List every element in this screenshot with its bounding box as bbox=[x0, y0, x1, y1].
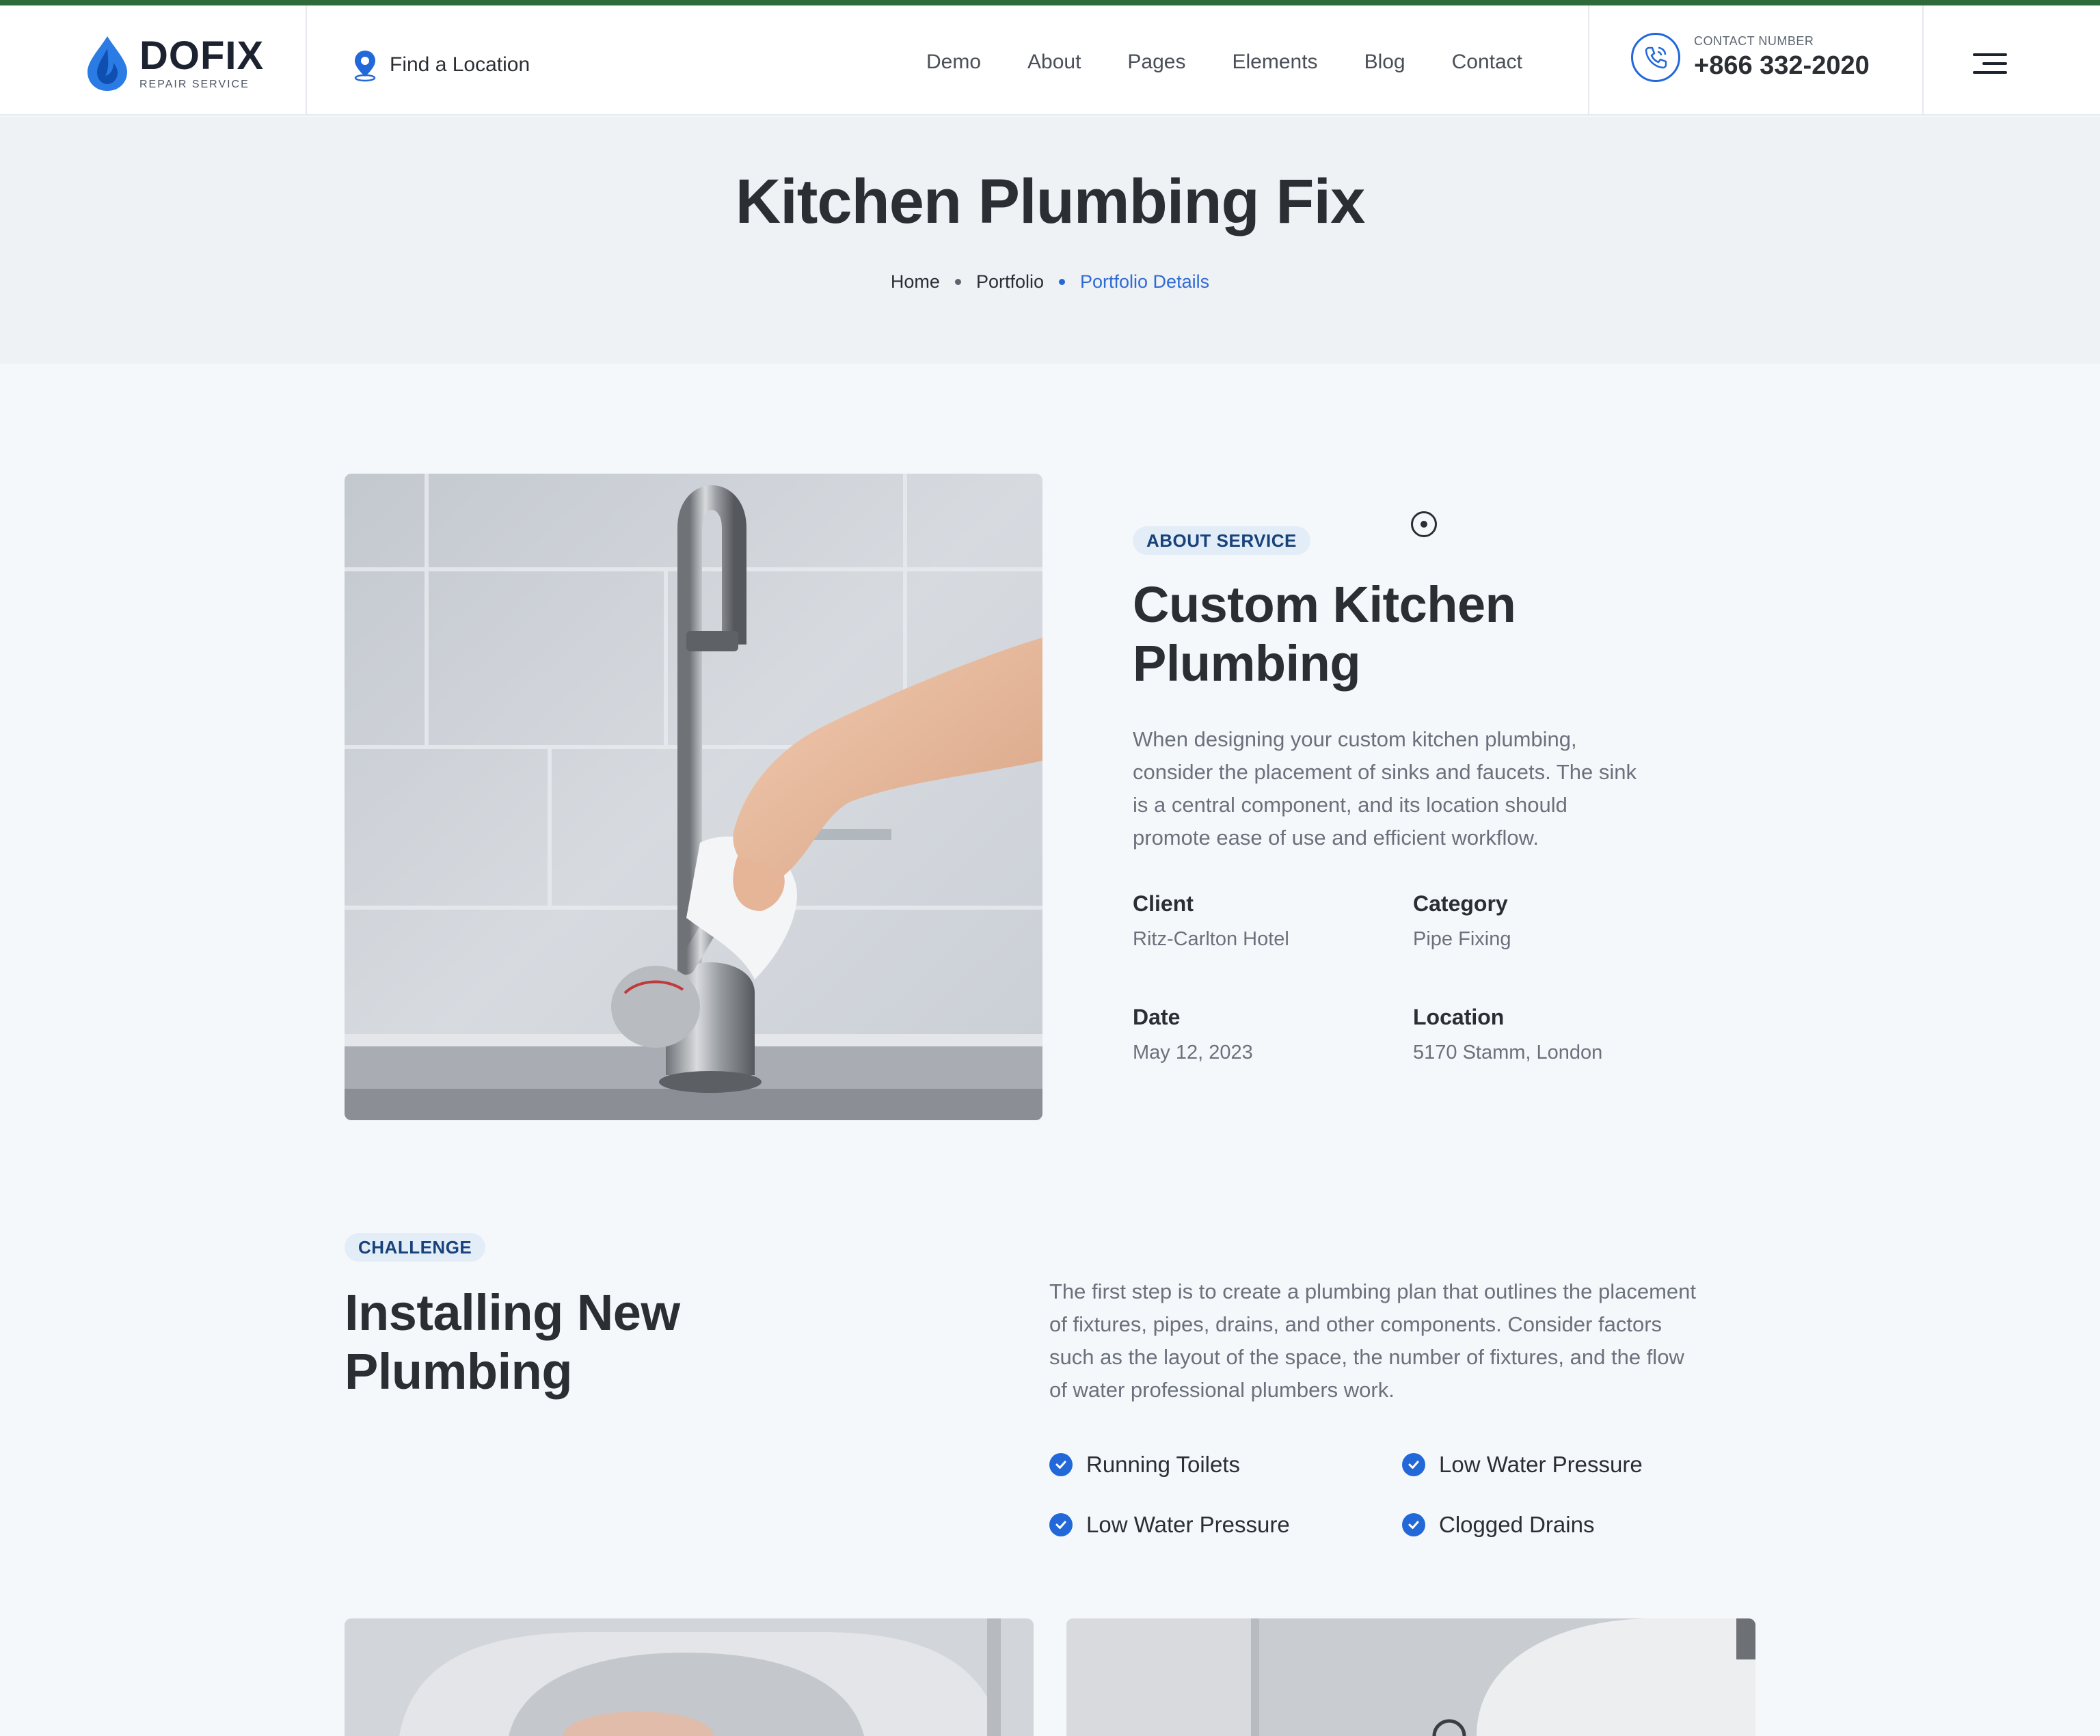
cursor-ring-icon bbox=[1411, 511, 1437, 537]
about-description-line: When designing your custom kitchen plumb… bbox=[1133, 727, 1577, 751]
challenge-description-line: of water professional plumbers work. bbox=[1049, 1378, 1395, 1402]
find-location-label: Find a Location bbox=[390, 53, 530, 76]
checklist-item: Running Toilets bbox=[1049, 1452, 1240, 1478]
about-description-line: is a central component, and its location… bbox=[1133, 793, 1567, 817]
main-nav: Demo About Pages Elements Blog Contact bbox=[926, 51, 1522, 74]
plumbing-photo-right bbox=[1066, 1618, 1755, 1736]
checklist-item: Low Water Pressure bbox=[1049, 1512, 1290, 1538]
checklist-label: Low Water Pressure bbox=[1439, 1452, 1643, 1477]
challenge-description-line: The first step is to create a plumbing p… bbox=[1049, 1279, 1697, 1303]
page-title: Kitchen Plumbing Fix bbox=[735, 167, 1365, 236]
check-circle-icon bbox=[1402, 1453, 1425, 1476]
date-label: Date bbox=[1133, 1005, 1181, 1029]
find-location-link[interactable]: Find a Location bbox=[350, 48, 530, 82]
date-value: May 12, 2023 bbox=[1133, 1042, 1253, 1063]
faucet-photo bbox=[345, 474, 1042, 1120]
breadcrumb-separator bbox=[1059, 279, 1065, 285]
top-accent-bar bbox=[0, 0, 2100, 5]
about-description-line: promote ease of use and efficient workfl… bbox=[1133, 826, 1539, 850]
checklist-item: Low Water Pressure bbox=[1402, 1452, 1643, 1478]
about-heading-line: Plumbing bbox=[1133, 635, 1361, 692]
challenge-heading: Installing New Plumbing bbox=[345, 1284, 680, 1401]
checklist-label: Low Water Pressure bbox=[1086, 1512, 1290, 1537]
category-value: Pipe Fixing bbox=[1413, 928, 1511, 950]
location-label: Location bbox=[1413, 1005, 1505, 1029]
nav-about[interactable]: About bbox=[1027, 51, 1081, 74]
location-value: 5170 Stamm, London bbox=[1413, 1042, 1603, 1063]
nav-demo[interactable]: Demo bbox=[926, 51, 981, 74]
site-header: DOFIX REPAIR SERVICE Find a Location Dem… bbox=[0, 5, 2100, 116]
nav-elements[interactable]: Elements bbox=[1233, 51, 1318, 74]
contact-label: CONTACT NUMBER bbox=[1694, 34, 1814, 48]
about-description: When designing your custom kitchen plumb… bbox=[1133, 723, 1748, 854]
nav-contact[interactable]: Contact bbox=[1452, 51, 1522, 74]
category-label: Category bbox=[1413, 891, 1508, 916]
contact-number-block[interactable]: CONTACT NUMBER +866 332-2020 bbox=[1631, 33, 1870, 82]
menu-hamburger-icon[interactable] bbox=[1973, 53, 2007, 77]
droplet-logo-icon bbox=[88, 36, 127, 91]
challenge-description: The first step is to create a plumbing p… bbox=[1049, 1275, 1774, 1407]
breadcrumb-current: Portfolio Details bbox=[1080, 271, 1210, 292]
checklist-label: Clogged Drains bbox=[1439, 1512, 1595, 1537]
challenge-tag: CHALLENGE bbox=[345, 1233, 486, 1262]
challenge-description-line: of fixtures, pipes, drains, and other co… bbox=[1049, 1312, 1662, 1336]
header-divider bbox=[306, 5, 307, 116]
about-heading: Custom Kitchen Plumbing bbox=[1133, 575, 1516, 693]
phone-icon bbox=[1631, 33, 1680, 82]
page-hero: Kitchen Plumbing Fix Home Portfolio Port… bbox=[0, 117, 2100, 364]
challenge-heading-line: Plumbing bbox=[345, 1343, 573, 1400]
about-service-tag: ABOUT SERVICE bbox=[1133, 526, 1310, 555]
breadcrumb-portfolio[interactable]: Portfolio bbox=[976, 271, 1044, 293]
checklist-label: Running Toilets bbox=[1086, 1452, 1241, 1477]
logo-name: DOFIX bbox=[139, 33, 265, 78]
header-divider bbox=[1922, 5, 1924, 116]
logo-tagline: REPAIR SERVICE bbox=[139, 79, 250, 90]
logo[interactable]: DOFIX REPAIR SERVICE bbox=[85, 33, 290, 94]
check-circle-icon bbox=[1049, 1453, 1073, 1476]
breadcrumb-home[interactable]: Home bbox=[891, 271, 940, 293]
check-circle-icon bbox=[1402, 1513, 1425, 1536]
breadcrumb-separator bbox=[954, 279, 961, 285]
client-value: Ritz-Carlton Hotel bbox=[1133, 928, 1289, 950]
challenge-description-line: such as the layout of the space, the num… bbox=[1049, 1345, 1684, 1369]
header-divider bbox=[1588, 5, 1589, 116]
contact-number: +866 332-2020 bbox=[1694, 51, 1870, 80]
map-pin-icon bbox=[354, 51, 376, 82]
nav-pages[interactable]: Pages bbox=[1127, 51, 1185, 74]
challenge-heading-line: Installing New bbox=[345, 1284, 680, 1341]
checklist-item: Clogged Drains bbox=[1402, 1512, 1594, 1538]
plumbing-photo-left bbox=[345, 1618, 1034, 1736]
breadcrumb: Home Portfolio Portfolio Details bbox=[0, 271, 2100, 293]
check-circle-icon bbox=[1049, 1513, 1073, 1536]
about-description-line: consider the placement of sinks and fauc… bbox=[1133, 760, 1637, 784]
client-label: Client bbox=[1133, 891, 1194, 916]
nav-blog[interactable]: Blog bbox=[1364, 51, 1405, 74]
about-heading-line: Custom Kitchen bbox=[1133, 576, 1516, 633]
